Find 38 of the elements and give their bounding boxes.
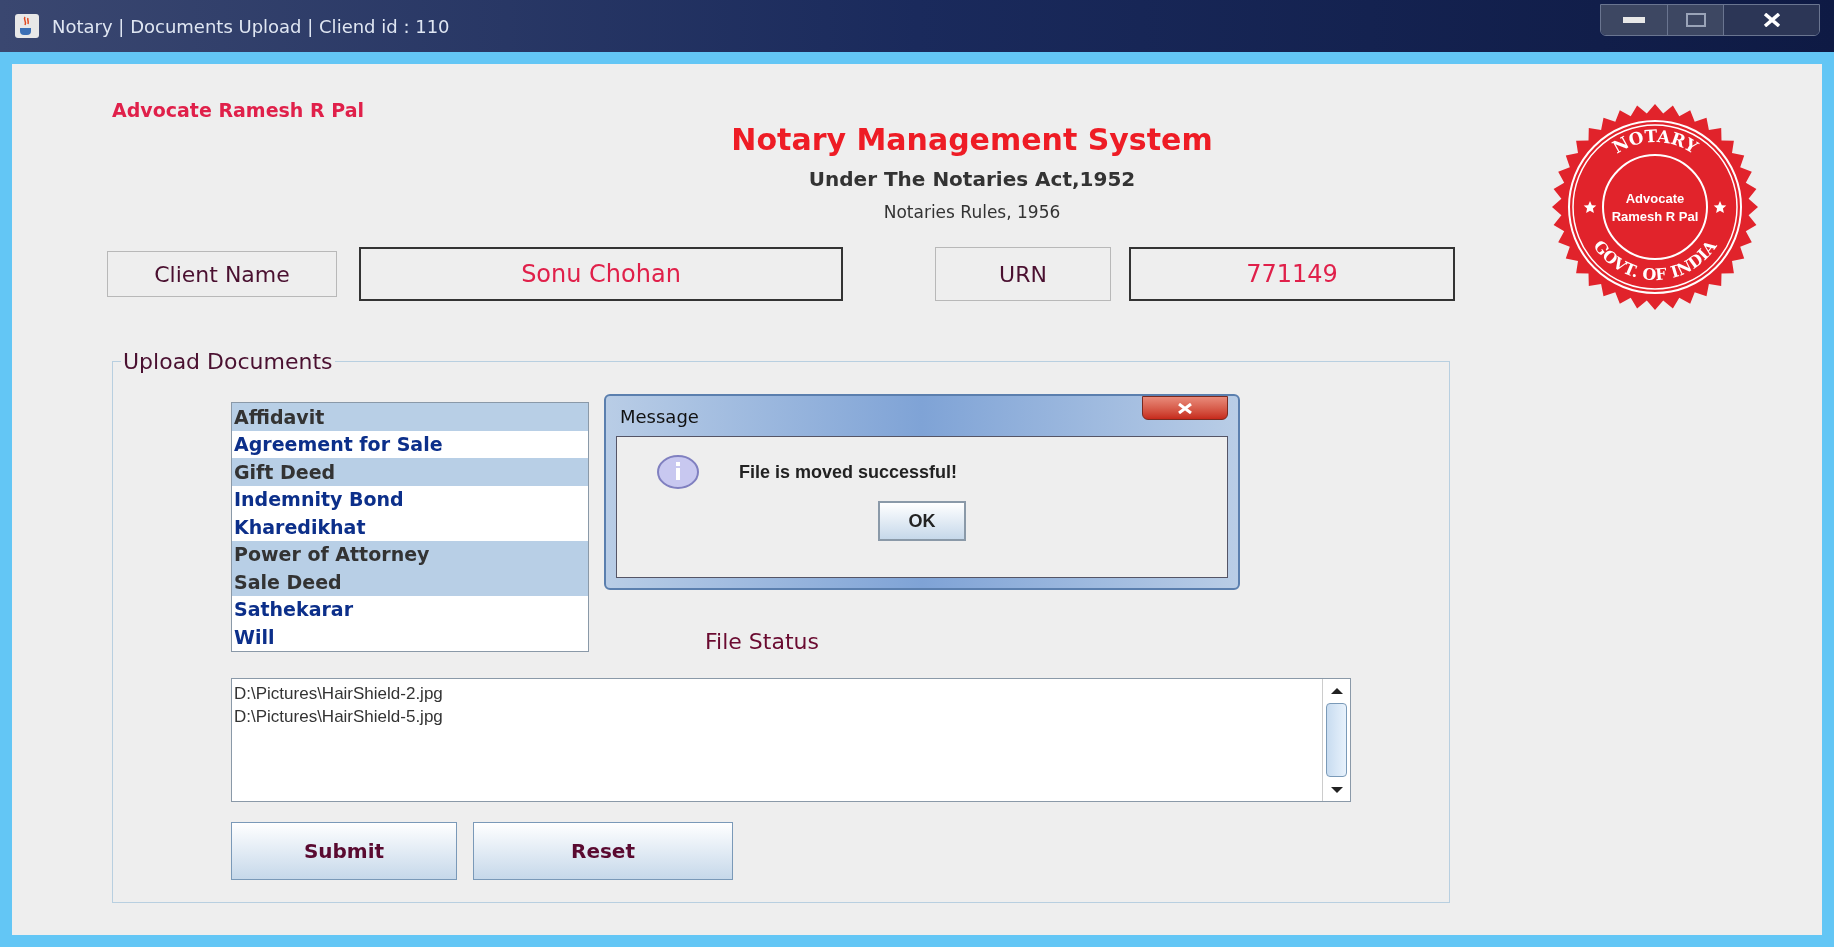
ok-button[interactable]: OK <box>878 501 966 541</box>
document-list-item[interactable]: Power of Attorney <box>232 540 588 568</box>
document-list-item[interactable]: Sale Deed <box>232 568 588 596</box>
urn-field[interactable]: 771149 <box>1129 247 1455 301</box>
document-list-item[interactable]: Affidavit <box>232 403 588 431</box>
dialog-message: File is moved successful! <box>739 460 958 484</box>
client-name-field[interactable]: Sonu Chohan <box>359 247 843 301</box>
minimize-icon <box>1623 17 1645 23</box>
seal-name-line: Advocate <box>1625 191 1685 206</box>
minimize-button[interactable] <box>1601 5 1667 35</box>
reset-button[interactable]: Reset <box>473 822 733 880</box>
seal-name-line: Ramesh R Pal <box>1611 209 1699 224</box>
coffee-cup-icon <box>14 13 40 39</box>
submit-button[interactable]: Submit <box>231 822 457 880</box>
scrollbar[interactable] <box>1322 679 1350 801</box>
advocate-name: Advocate Ramesh R Pal <box>112 98 365 123</box>
rules-subtitle: Notaries Rules, 1956 <box>883 200 1061 224</box>
close-button[interactable] <box>1142 396 1228 420</box>
close-icon <box>1178 402 1192 414</box>
dialog-title: Message <box>619 404 699 429</box>
system-title: Notary Management System <box>731 120 1213 159</box>
client-name-label: Client Name <box>107 251 337 297</box>
urn-label: URN <box>935 247 1111 301</box>
close-button[interactable] <box>1723 5 1819 35</box>
close-icon <box>1762 13 1781 27</box>
maximize-button[interactable] <box>1667 5 1723 35</box>
maximize-icon <box>1685 13 1706 27</box>
file-path-line: D:\Pictures\HairShield-5.jpg <box>234 706 444 728</box>
seal-top-text: NOTARY <box>1609 125 1702 158</box>
document-list-item[interactable]: Gift Deed <box>232 458 588 486</box>
info-icon <box>657 455 699 489</box>
act-subtitle: Under The Notaries Act,1952 <box>808 165 1136 193</box>
file-status-label: File Status <box>705 628 819 656</box>
file-path-line: D:\Pictures\HairShield-2.jpg <box>234 683 444 705</box>
scroll-thumb[interactable] <box>1326 703 1347 777</box>
star-icon <box>1583 201 1597 213</box>
star-icon <box>1713 201 1727 213</box>
window-title: Notary | Documents Upload | Cliend id : 110 <box>52 14 450 39</box>
